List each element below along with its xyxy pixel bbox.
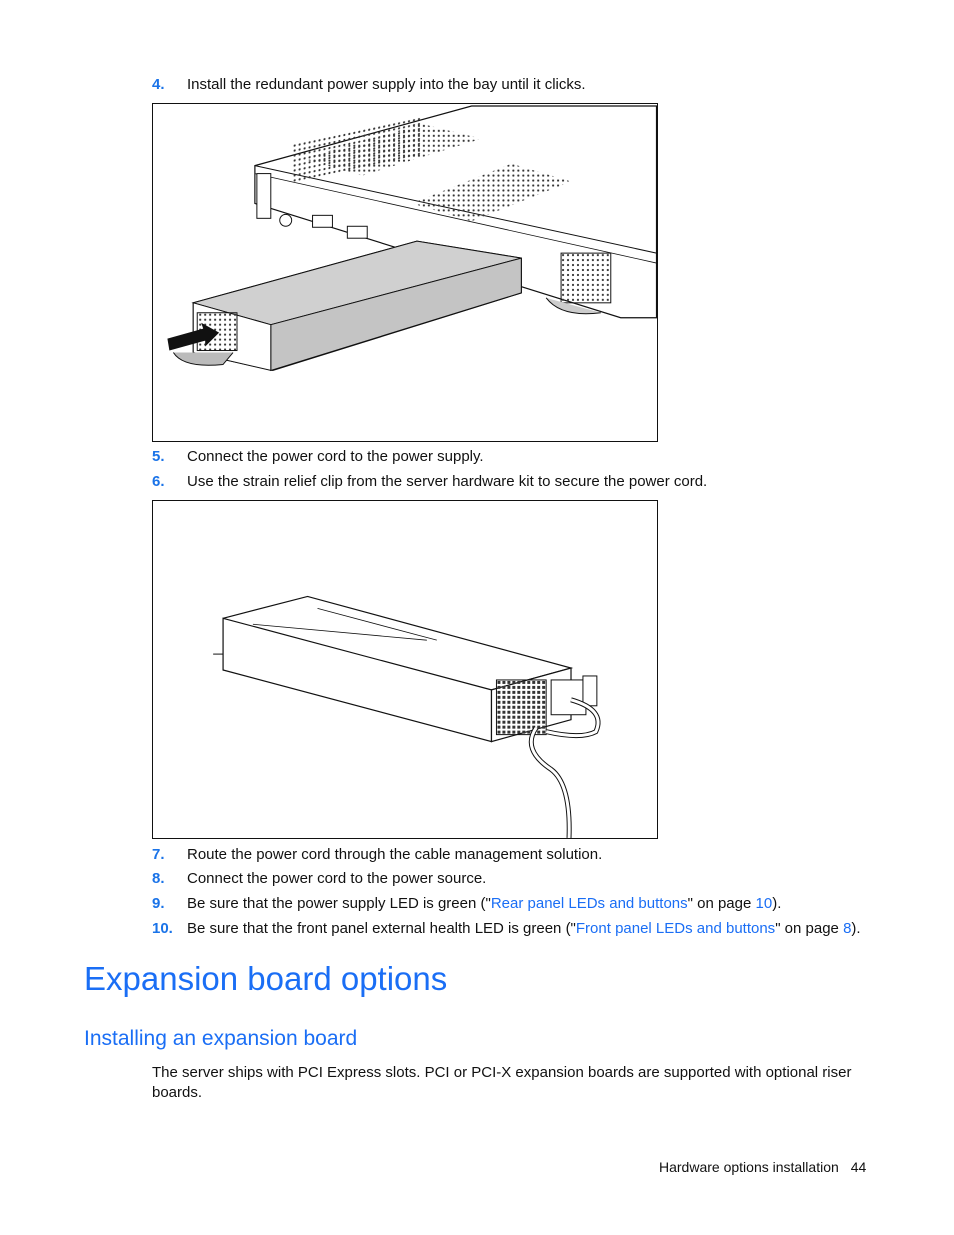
link-rear-panel-leds[interactable]: Rear panel LEDs and buttons xyxy=(491,895,688,912)
power-cord-strain-relief-illustration xyxy=(213,595,601,838)
text-fragment: Be sure that the front panel external he… xyxy=(187,920,576,937)
step-number: 8. xyxy=(152,870,165,887)
page-number: 44 xyxy=(850,1159,867,1175)
step-text: Connect the power cord to the power sour… xyxy=(187,870,487,887)
step-number: 7. xyxy=(152,846,165,863)
text-fragment: " on page xyxy=(775,920,844,937)
step-text: Be sure that the front panel external he… xyxy=(187,920,861,938)
page-link[interactable]: 10 xyxy=(756,895,773,912)
section-body: The server ships with PCI Express slots.… xyxy=(152,1064,852,1101)
step-number: 4. xyxy=(152,76,165,93)
figure-install-power-supply xyxy=(152,103,658,442)
footer-chapter: Hardware options installation xyxy=(659,1159,839,1175)
text-fragment: " on page xyxy=(687,895,756,912)
power-supply-insert-illustration xyxy=(167,105,657,372)
step-text: Use the strain relief clip from the serv… xyxy=(187,473,708,490)
step-number: 10. xyxy=(152,920,173,937)
step-text: Connect the power cord to the power supp… xyxy=(187,448,484,465)
step-text: Be sure that the power supply LED is gre… xyxy=(187,895,781,913)
text-fragment: ). xyxy=(851,920,861,937)
text-fragment: ). xyxy=(772,895,782,912)
subsection-title: Installing an expansion board xyxy=(84,1027,358,1050)
step-text: Route the power cord through the cable m… xyxy=(187,846,603,863)
text-fragment: Be sure that the power supply LED is gre… xyxy=(187,895,491,912)
link-front-panel-leds[interactable]: Front panel LEDs and buttons xyxy=(576,920,775,937)
page-footer: Hardware options installation 44 xyxy=(659,1159,866,1175)
section-title: Expansion board options xyxy=(84,960,448,997)
step-number: 5. xyxy=(152,448,165,465)
step-number: 9. xyxy=(152,895,165,912)
step-number: 6. xyxy=(152,473,165,490)
figure-strain-relief xyxy=(152,500,658,839)
step-text: Install the redundant power supply into … xyxy=(187,76,586,93)
